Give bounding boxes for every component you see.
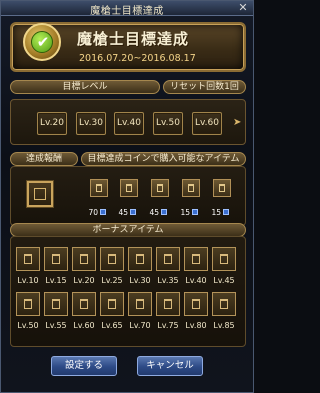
target-level-button-60[interactable]: Lv.60 xyxy=(192,112,222,135)
coin-item-qty-3: 45 xyxy=(149,208,159,217)
bonus-level-label: Lv.30 xyxy=(129,276,151,285)
bonus-item-slot[interactable] xyxy=(212,292,236,316)
coin-item-qty-1: 70 xyxy=(88,208,98,217)
bonus-item-slot[interactable] xyxy=(128,247,152,271)
item-icon xyxy=(157,184,163,192)
bonus-level-label: Lv.25 xyxy=(101,276,123,285)
coin-icon xyxy=(161,209,167,215)
bonus-item-slot[interactable] xyxy=(212,247,236,271)
coin-icon xyxy=(100,209,106,215)
check-icon: ✔ xyxy=(36,33,50,51)
bonus-level-label: Lv.35 xyxy=(157,276,179,285)
coin-item-2[interactable] xyxy=(120,179,138,197)
coin-icon xyxy=(223,209,229,215)
item-icon xyxy=(164,254,172,264)
bonus-item-slot[interactable] xyxy=(72,292,96,316)
item-icon xyxy=(188,184,194,192)
item-icon xyxy=(108,254,116,264)
target-level-button-50[interactable]: Lv.50 xyxy=(153,112,183,135)
item-icon xyxy=(136,299,144,309)
coin-item-4[interactable] xyxy=(182,179,200,197)
bonus-level-label: Lv.40 xyxy=(185,276,207,285)
bonus-level-label: Lv.85 xyxy=(213,321,235,330)
coin-item-5[interactable] xyxy=(213,179,231,197)
bonus-item-slot[interactable] xyxy=(156,247,180,271)
bonus-item-slot[interactable] xyxy=(100,247,124,271)
bonus-item-slot[interactable] xyxy=(44,292,68,316)
bonus-level-label: Lv.70 xyxy=(129,321,151,330)
reset-count-label: リセット回数1回 xyxy=(170,82,239,92)
item-icon xyxy=(96,184,102,192)
close-icon[interactable]: ✕ xyxy=(236,2,250,14)
item-icon xyxy=(220,299,228,309)
item-icon xyxy=(80,254,88,264)
target-level-header: 目標レベル xyxy=(10,80,160,94)
bonus-level-label: Lv.10 xyxy=(17,276,39,285)
bonus-item-slot[interactable] xyxy=(184,247,208,271)
bonus-item-slot[interactable] xyxy=(72,247,96,271)
coin-item-qty-4: 15 xyxy=(180,208,190,217)
bonus-level-label: Lv.15 xyxy=(45,276,67,285)
bonus-level-label: Lv.60 xyxy=(73,321,95,330)
bonus-item-slot[interactable] xyxy=(156,292,180,316)
item-icon xyxy=(192,299,200,309)
coin-shop-label: 目標達成コインで購入可能なアイテム xyxy=(87,154,240,164)
bonus-header: ボーナスアイテム xyxy=(10,223,246,237)
item-icon xyxy=(108,299,116,309)
item-icon xyxy=(192,254,200,264)
coin-icon xyxy=(192,209,198,215)
reward-frame-icon xyxy=(34,188,46,200)
coin-icon xyxy=(130,209,136,215)
bonus-level-label: Lv.80 xyxy=(185,321,207,330)
banner-title: 魔槍士目標達成 xyxy=(77,30,190,48)
target-level-button-30[interactable]: Lv.30 xyxy=(76,112,106,135)
bonus-level-label: Lv.20 xyxy=(73,276,95,285)
bonus-level-label: Lv.55 xyxy=(45,321,67,330)
coin-shop-header: 目標達成コインで購入可能なアイテム xyxy=(81,152,246,166)
coin-item-1[interactable] xyxy=(90,179,108,197)
item-icon xyxy=(52,299,60,309)
item-icon xyxy=(220,254,228,264)
item-icon xyxy=(80,299,88,309)
title-bar[interactable]: 魔槍士目標達成 ✕ xyxy=(1,1,253,17)
arrow-right-icon[interactable]: ➤ xyxy=(233,117,243,129)
bonus-item-slot[interactable] xyxy=(100,292,124,316)
bonus-item-slot[interactable] xyxy=(184,292,208,316)
bonus-item-slot[interactable] xyxy=(128,292,152,316)
coin-item-3[interactable] xyxy=(151,179,169,197)
bonus-level-label: Lv.50 xyxy=(17,321,39,330)
reward-label: 達成報酬 xyxy=(25,154,62,164)
item-icon xyxy=(219,184,225,192)
bonus-level-label: Lv.75 xyxy=(157,321,179,330)
confirm-button[interactable]: 設定する xyxy=(51,356,117,376)
bonus-item-slot[interactable] xyxy=(44,247,68,271)
item-icon xyxy=(136,254,144,264)
item-icon xyxy=(164,299,172,309)
cancel-button[interactable]: キャンセル xyxy=(137,356,203,376)
window-title: 魔槍士目標達成 xyxy=(90,6,164,17)
target-level-label: 目標レベル xyxy=(62,82,108,92)
bonus-item-slot[interactable] xyxy=(16,292,40,316)
reward-header: 達成報酬 xyxy=(10,152,78,166)
item-icon xyxy=(24,254,32,264)
item-icon xyxy=(52,254,60,264)
achievement-window: 魔槍士目標達成 ✕ ✔ 魔槍士目標達成 2016.07.20~2016.08.1… xyxy=(0,0,254,393)
achievement-reward-slot[interactable] xyxy=(27,181,53,207)
event-period: 2016.07.20~2016.08.17 xyxy=(79,53,196,64)
bonus-item-slot[interactable] xyxy=(16,247,40,271)
medal-center: ✔ xyxy=(31,31,53,53)
reset-count-badge: リセット回数1回 xyxy=(163,80,246,94)
coin-item-qty-5: 15 xyxy=(211,208,221,217)
bonus-level-label: Lv.45 xyxy=(213,276,235,285)
medal-icon: ✔ xyxy=(23,23,61,61)
bonus-level-label: Lv.65 xyxy=(101,321,123,330)
item-icon xyxy=(24,299,32,309)
target-level-button-40[interactable]: Lv.40 xyxy=(114,112,144,135)
coin-item-qty-2: 45 xyxy=(118,208,128,217)
target-level-button-20[interactable]: Lv.20 xyxy=(37,112,67,135)
item-icon xyxy=(126,184,132,192)
bonus-label: ボーナスアイテム xyxy=(92,225,164,235)
